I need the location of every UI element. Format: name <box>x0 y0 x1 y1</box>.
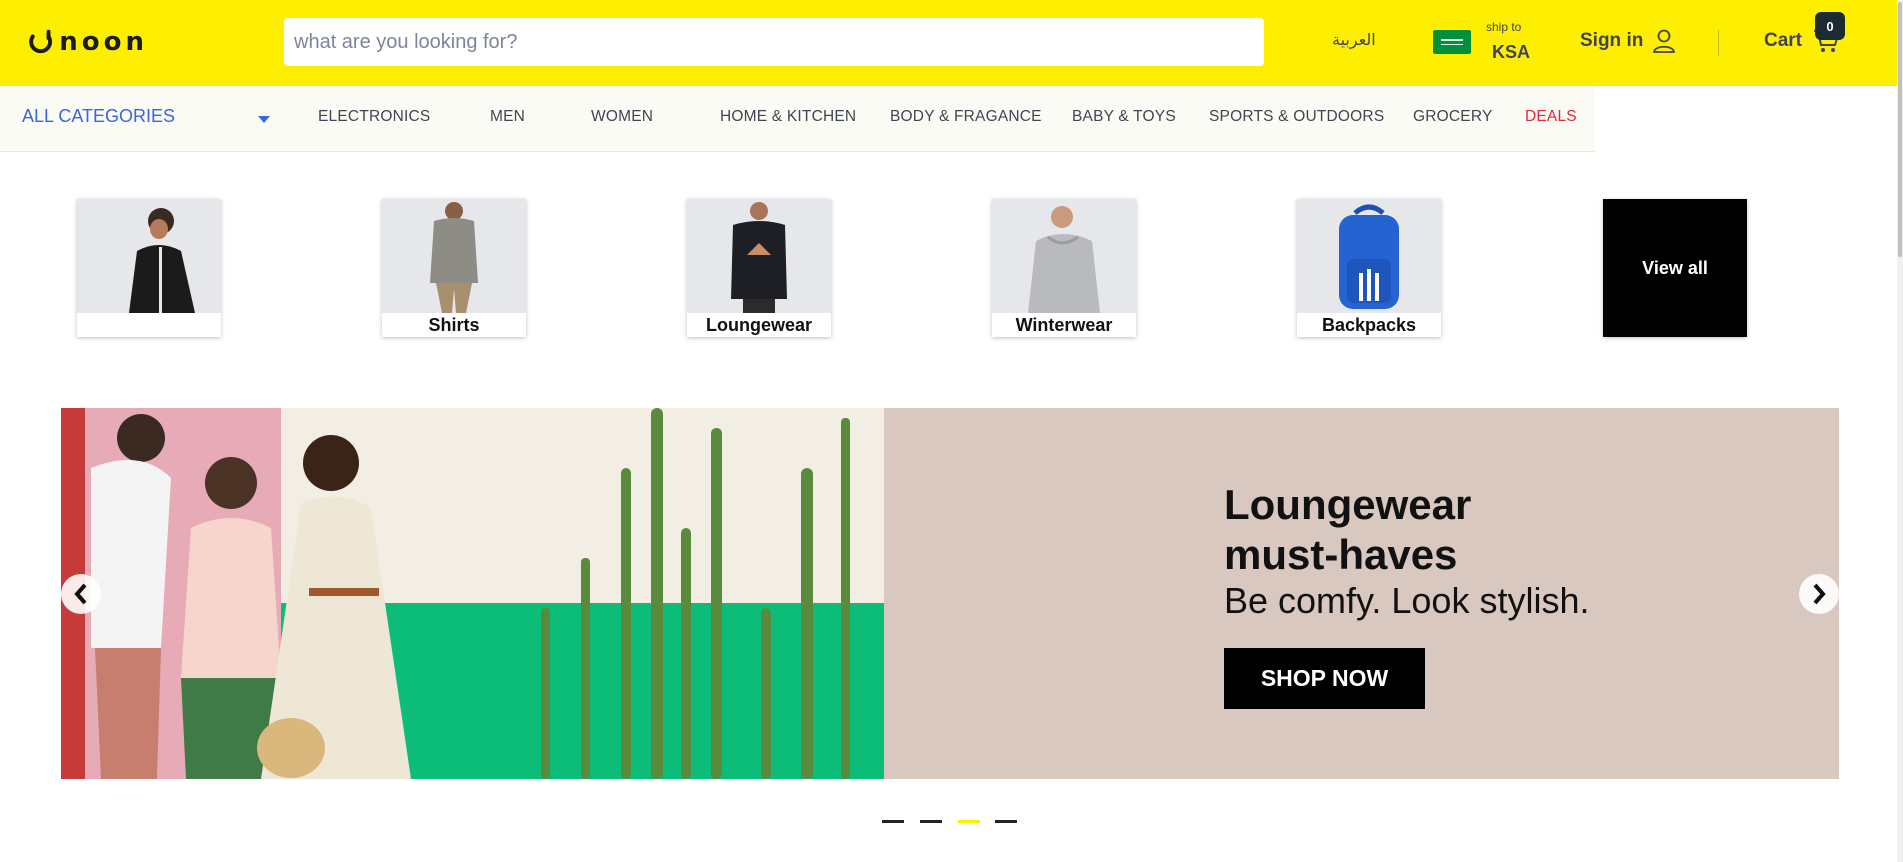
banner-title-line: must-haves <box>1224 531 1458 578</box>
category-label: Backpacks <box>1297 313 1441 337</box>
header-divider <box>1718 30 1719 56</box>
noon-logo[interactable]: noon <box>28 22 148 62</box>
nav-men[interactable]: MEN <box>490 108 525 126</box>
banner-subtitle: Be comfy. Look stylish. <box>1224 580 1590 621</box>
saudi-flag-icon[interactable] <box>1433 30 1471 54</box>
banner-title-line: Loungewear <box>1224 481 1472 528</box>
carousel-dot-4[interactable] <box>995 820 1017 823</box>
jacket-model-image <box>77 199 221 313</box>
nav-grocery[interactable]: GROCERY <box>1413 108 1493 126</box>
chevron-left-icon <box>74 583 87 605</box>
view-all-tile[interactable]: View all <box>1603 199 1747 337</box>
ship-to-label: ship to <box>1486 20 1522 34</box>
nav-electronics[interactable]: ELECTRONICS <box>318 108 430 126</box>
view-all-label: View all <box>1642 257 1708 278</box>
carousel-prev-button[interactable] <box>61 574 101 614</box>
caret-down-icon[interactable] <box>258 116 270 123</box>
language-switch[interactable]: العربية <box>1332 30 1376 49</box>
category-tile-shirts[interactable]: Shirts <box>382 199 526 337</box>
nav-baby-toys[interactable]: BABY & TOYS <box>1072 108 1176 126</box>
nav-home-kitchen[interactable]: HOME & KITCHEN <box>720 108 856 126</box>
scrollbar-thumb[interactable] <box>1898 2 1902 257</box>
banner-title: Loungewear must-haves <box>1224 480 1724 580</box>
banner-promo-panel: Loungewear must-haves Be comfy. Look sty… <box>884 408 1839 779</box>
shop-now-button[interactable]: SHOP NOW <box>1224 648 1425 709</box>
user-icon[interactable] <box>1652 28 1676 54</box>
category-nav: ALL CATEGORIES ELECTRONICS MEN WOMEN HOM… <box>0 86 1595 152</box>
category-tile-winterwear[interactable]: Winterwear <box>992 199 1136 337</box>
top-header: noon العربية ship to KSA Sign in Cart 0 <box>0 0 1903 86</box>
nav-body-fragance[interactable]: BODY & FRAGANCE <box>890 108 1042 126</box>
carousel-dot-1[interactable] <box>882 820 904 823</box>
nav-deals[interactable]: DEALS <box>1525 108 1577 126</box>
category-label: Loungewear <box>687 313 831 337</box>
logo-wordmark: noon <box>59 27 148 57</box>
hero-banner[interactable]: Loungewear must-haves Be comfy. Look sty… <box>61 408 1839 779</box>
noon-logo-icon <box>29 29 53 54</box>
all-categories-dropdown[interactable]: ALL CATEGORIES <box>22 106 175 127</box>
carousel-dot-3[interactable] <box>958 820 980 823</box>
category-label: Winterwear <box>992 313 1136 337</box>
backpack-image <box>1297 199 1441 313</box>
carousel-next-button[interactable] <box>1799 574 1839 614</box>
shirt-model-image <box>382 199 526 313</box>
category-label <box>77 313 221 337</box>
chevron-right-icon <box>1813 583 1826 605</box>
category-tile-jacket[interactable] <box>77 199 221 337</box>
cart-count-badge: 0 <box>1815 12 1845 40</box>
carousel-dot-2[interactable] <box>920 820 942 823</box>
search-input[interactable] <box>284 18 1264 66</box>
nav-women[interactable]: WOMEN <box>591 108 653 126</box>
loungewear-model-image <box>687 199 831 313</box>
category-tile-backpacks[interactable]: Backpacks <box>1297 199 1441 337</box>
category-label: Shirts <box>382 313 526 337</box>
banner-photo <box>61 408 884 779</box>
category-tile-loungewear[interactable]: Loungewear <box>687 199 831 337</box>
winterwear-model-image <box>992 199 1136 313</box>
ship-to-country[interactable]: KSA <box>1492 42 1530 63</box>
cart-link[interactable]: Cart <box>1764 30 1802 52</box>
nav-sports-outdoors[interactable]: SPORTS & OUTDOORS <box>1209 108 1384 126</box>
sign-in-link[interactable]: Sign in <box>1580 30 1643 52</box>
